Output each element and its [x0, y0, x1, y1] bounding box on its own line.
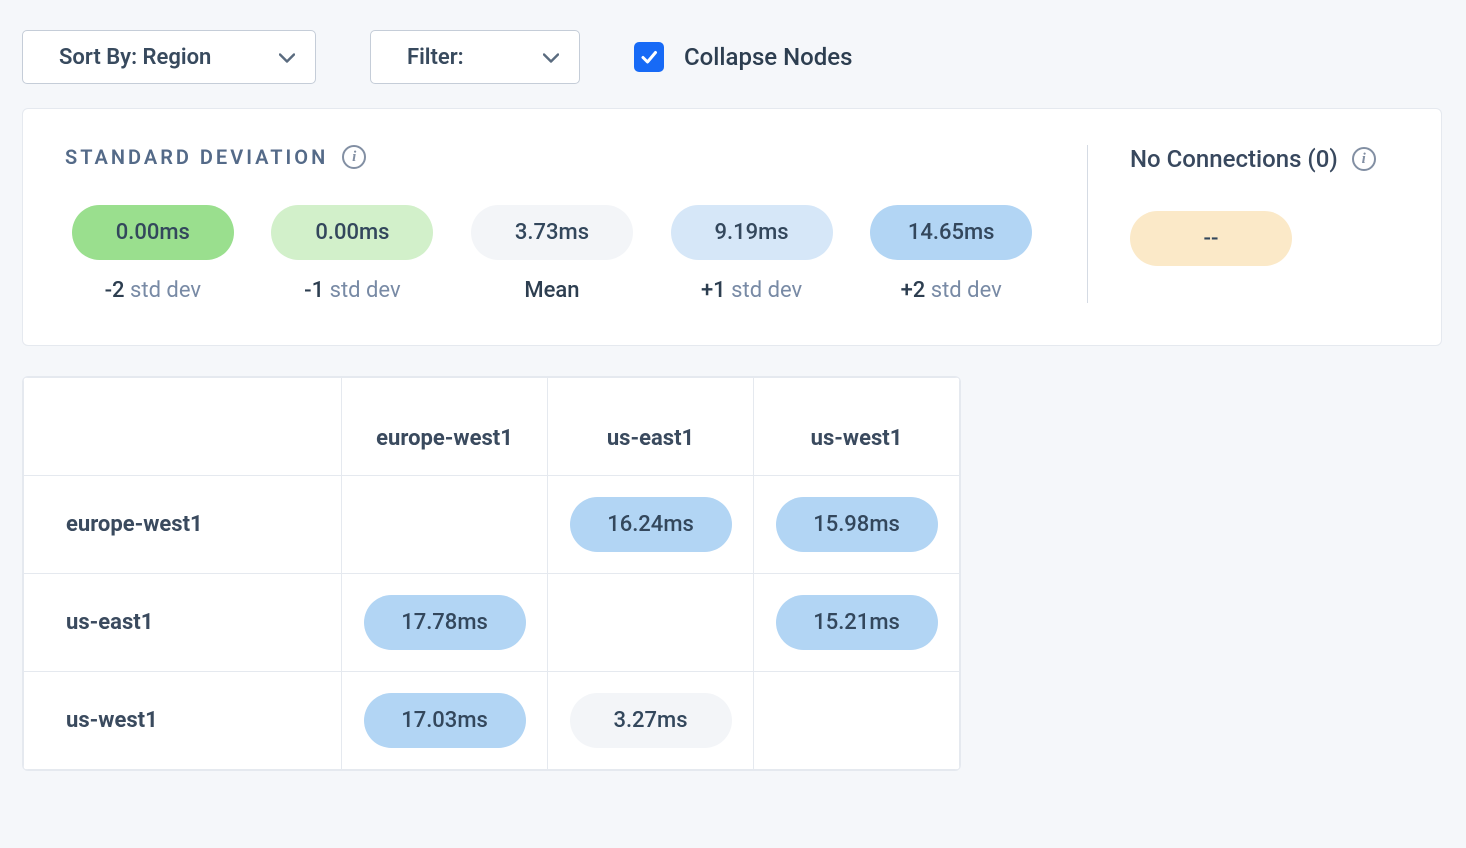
no-connections-pill: -- — [1130, 211, 1292, 266]
stddev-pill-col: 0.00ms -2 std dev — [65, 205, 241, 303]
chevron-down-icon — [279, 48, 295, 67]
latency-pill: 3.27ms — [570, 693, 732, 748]
stddev-pill-col: 3.73ms Mean — [464, 205, 640, 303]
latency-pill: 17.78ms — [364, 595, 526, 650]
stddev-pill-label: +1 std dev — [701, 278, 802, 303]
checkbox-checked-icon — [634, 42, 664, 72]
filter-dropdown[interactable]: Filter: — [370, 30, 580, 84]
row-header: us-west1 — [24, 672, 342, 770]
latency-cell — [754, 672, 960, 770]
latency-cell: 3.27ms — [548, 672, 754, 770]
no-connections-section: No Connections (0) i -- — [1087, 145, 1399, 303]
stddev-pill-label: -1 std dev — [304, 278, 400, 303]
latency-cell — [342, 476, 548, 574]
latency-table: europe-west1us-east1us-west1europe-west1… — [22, 376, 961, 771]
info-icon[interactable]: i — [342, 145, 366, 169]
latency-cell: 17.03ms — [342, 672, 548, 770]
controls-row: Sort By: Region Filter: Collapse Nodes — [22, 30, 1444, 84]
column-header: europe-west1 — [342, 378, 548, 476]
no-connections-header: No Connections (0) i — [1130, 145, 1399, 173]
stddev-pill: 0.00ms — [72, 205, 234, 260]
column-header: us-west1 — [754, 378, 960, 476]
stddev-pill-col: 9.19ms +1 std dev — [664, 205, 840, 303]
stddev-pill-col: 14.65ms +2 std dev — [863, 205, 1039, 303]
stddev-pill-col: 0.00ms -1 std dev — [265, 205, 441, 303]
table-row: us-east1 17.78ms 15.21ms — [24, 574, 960, 672]
sort-by-dropdown[interactable]: Sort By: Region — [22, 30, 316, 84]
info-icon[interactable]: i — [1352, 147, 1376, 171]
stddev-pill: 0.00ms — [271, 205, 433, 260]
collapse-nodes-label: Collapse Nodes — [684, 43, 853, 71]
sort-by-label: Sort By: Region — [59, 45, 211, 70]
stddev-pill-label: Mean — [524, 278, 579, 303]
stddev-section: STANDARD DEVIATION i 0.00ms-2 std dev0.0… — [65, 145, 1087, 303]
stddev-pill: 9.19ms — [671, 205, 833, 260]
column-header: us-east1 — [548, 378, 754, 476]
table-row: us-west1 17.03ms 3.27ms — [24, 672, 960, 770]
latency-cell: 16.24ms — [548, 476, 754, 574]
row-header: us-east1 — [24, 574, 342, 672]
stddev-header: STANDARD DEVIATION i — [65, 145, 1039, 169]
latency-cell: 17.78ms — [342, 574, 548, 672]
collapse-nodes-checkbox[interactable]: Collapse Nodes — [634, 42, 853, 72]
stddev-pill: 3.73ms — [471, 205, 633, 260]
stddev-pills-row: 0.00ms -2 std dev 0.00ms -1 std dev 3.73ms Me… — [65, 205, 1039, 303]
latency-cell: 15.98ms — [754, 476, 960, 574]
latency-pill: 15.98ms — [776, 497, 938, 552]
stddev-pill-label: -2 std dev — [105, 278, 201, 303]
row-header: europe-west1 — [24, 476, 342, 574]
latency-cell: 15.21ms — [754, 574, 960, 672]
no-connections-title: No Connections (0) — [1130, 145, 1338, 173]
table-row: europe-west1 16.24ms 15.98ms — [24, 476, 960, 574]
latency-cell — [548, 574, 754, 672]
latency-pill: 16.24ms — [570, 497, 732, 552]
no-connections-value: -- — [1204, 226, 1219, 251]
latency-pill: 17.03ms — [364, 693, 526, 748]
legend-card: STANDARD DEVIATION i 0.00ms-2 std dev0.0… — [22, 108, 1442, 346]
filter-label: Filter: — [407, 45, 464, 70]
stddev-pill-label: +2 std dev — [901, 278, 1002, 303]
table-corner — [24, 378, 342, 476]
chevron-down-icon — [543, 48, 559, 67]
stddev-title: STANDARD DEVIATION — [65, 145, 328, 169]
stddev-pill: 14.65ms — [870, 205, 1032, 260]
latency-pill: 15.21ms — [776, 595, 938, 650]
